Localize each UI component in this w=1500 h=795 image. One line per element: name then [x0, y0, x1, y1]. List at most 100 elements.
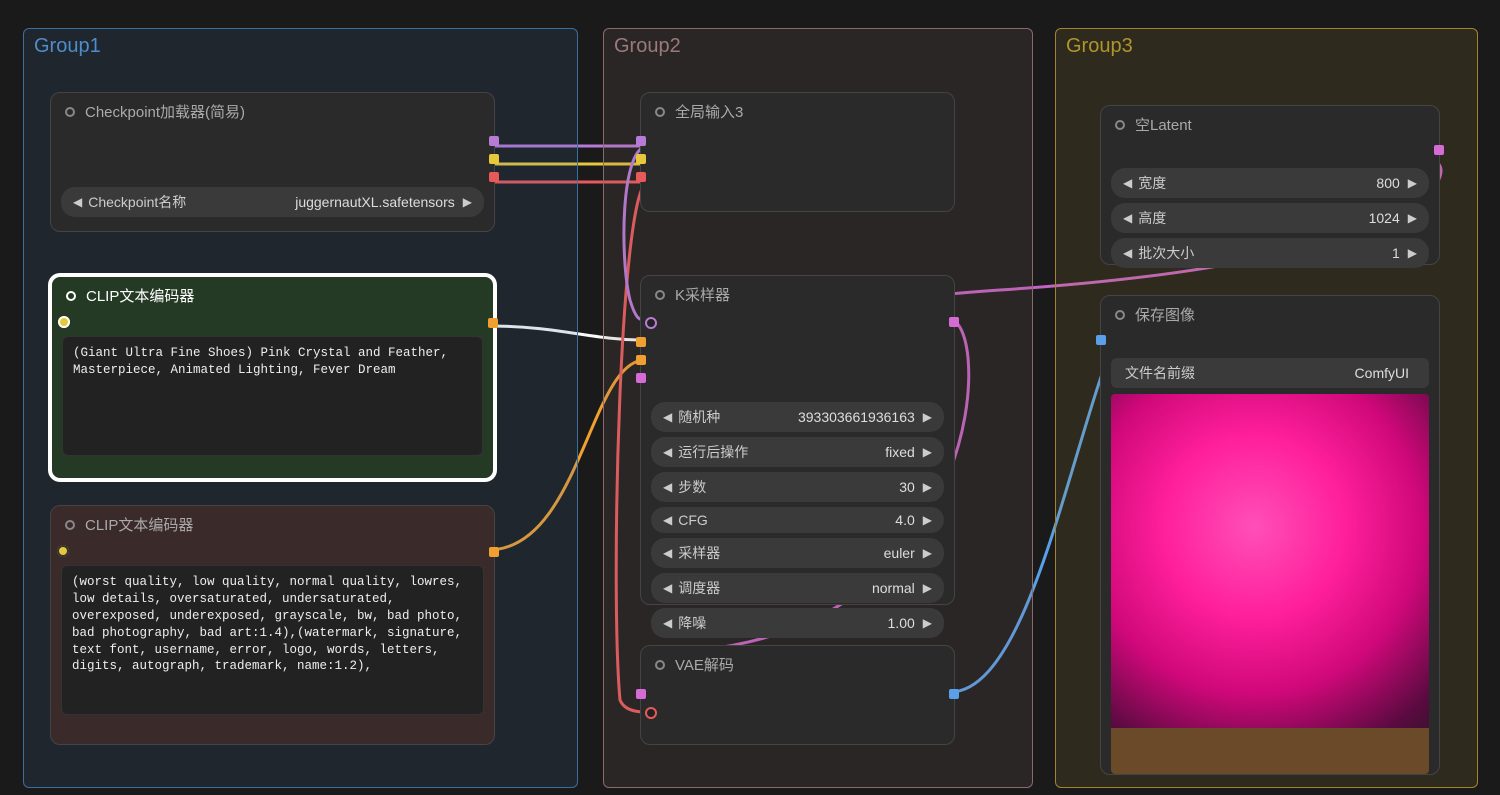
output-port-image[interactable]	[949, 689, 959, 699]
node-header[interactable]: 空Latent	[1101, 106, 1439, 143]
group-3-title: Group3	[1066, 35, 1133, 58]
width-widget[interactable]: ◀宽度800▶	[1111, 168, 1429, 198]
widget-value: 1024	[1172, 210, 1408, 226]
arrow-left-icon[interactable]: ◀	[663, 513, 672, 527]
collapse-dot-icon[interactable]	[65, 107, 75, 117]
widget-label: 降噪	[672, 613, 712, 633]
input-port-negative[interactable]	[636, 355, 646, 365]
widget-label: 步数	[672, 477, 712, 497]
node-header[interactable]: 全局输入3	[641, 93, 954, 130]
batch-widget[interactable]: ◀批次大小1▶	[1111, 238, 1429, 268]
node-title: Checkpoint加载器(简易)	[85, 101, 245, 122]
node-empty-latent[interactable]: 空Latent ◀宽度800▶ ◀高度1024▶ ◀批次大小1▶	[1100, 105, 1440, 265]
scheduler-widget[interactable]: ◀调度器normal▶	[651, 573, 944, 603]
arrow-left-icon[interactable]: ◀	[663, 546, 672, 560]
widget-value: 4.0	[714, 512, 923, 528]
collapse-dot-icon[interactable]	[66, 291, 76, 301]
node-title: VAE解码	[675, 654, 734, 675]
steps-widget[interactable]: ◀步数30▶	[651, 472, 944, 502]
output-image-preview[interactable]	[1111, 394, 1429, 774]
arrow-left-icon[interactable]: ◀	[663, 480, 672, 494]
cfg-widget[interactable]: ◀CFG4.0▶	[651, 507, 944, 533]
node-header[interactable]: CLIP文本编码器	[52, 277, 493, 314]
arrow-left-icon[interactable]: ◀	[1123, 176, 1132, 190]
node-checkpoint-loader[interactable]: Checkpoint加载器(简易) ◀ Checkpoint名称 juggern…	[50, 92, 495, 232]
arrow-right-icon[interactable]: ▶	[923, 513, 932, 527]
arrow-right-icon[interactable]: ▶	[923, 546, 932, 560]
height-widget[interactable]: ◀高度1024▶	[1111, 203, 1429, 233]
arrow-right-icon[interactable]: ▶	[1408, 211, 1417, 225]
arrow-right-icon[interactable]: ▶	[923, 616, 932, 630]
input-port-latent[interactable]	[636, 373, 646, 383]
arrow-right-icon[interactable]: ▶	[923, 410, 932, 424]
node-header[interactable]: VAE解码	[641, 646, 954, 683]
output-port-clip[interactable]	[489, 154, 499, 164]
input-port-positive[interactable]	[636, 337, 646, 347]
collapse-dot-icon[interactable]	[655, 660, 665, 670]
widget-label: 批次大小	[1132, 243, 1200, 263]
input-port-vae[interactable]	[636, 172, 646, 182]
arrow-left-icon[interactable]: ◀	[663, 616, 672, 630]
node-clip-text-encode-negative[interactable]: CLIP文本编码器 (worst quality, low quality, n…	[50, 505, 495, 745]
widget-value: 393303661936163	[726, 409, 923, 425]
output-port-conditioning[interactable]	[488, 318, 498, 328]
widget-label: 运行后操作	[672, 442, 754, 462]
filename-prefix-widget[interactable]: 文件名前缀 ComfyUI	[1111, 358, 1429, 388]
collapse-dot-icon[interactable]	[1115, 310, 1125, 320]
node-header[interactable]: 保存图像	[1101, 296, 1439, 333]
output-port-latent[interactable]	[949, 317, 959, 327]
widget-value: normal	[726, 580, 923, 596]
arrow-left-icon[interactable]: ◀	[663, 410, 672, 424]
arrow-right-icon[interactable]: ▶	[923, 581, 932, 595]
input-port-clip[interactable]	[57, 545, 69, 557]
negative-prompt-textarea[interactable]: (worst quality, low quality, normal qual…	[61, 565, 484, 715]
node-title: 全局输入3	[675, 101, 743, 122]
output-port-latent[interactable]	[1434, 145, 1444, 155]
input-port-images[interactable]	[1096, 335, 1106, 345]
widget-label: 采样器	[672, 543, 726, 563]
node-clip-text-encode-positive[interactable]: CLIP文本编码器 (Giant Ultra Fine Shoes) Pink …	[50, 275, 495, 480]
output-port-vae[interactable]	[489, 172, 499, 182]
arrow-right-icon[interactable]: ▶	[1408, 176, 1417, 190]
arrow-left-icon[interactable]: ◀	[663, 445, 672, 459]
node-global-input[interactable]: 全局输入3	[640, 92, 955, 212]
widget-value: 1.00	[712, 615, 923, 631]
checkpoint-name-widget[interactable]: ◀ Checkpoint名称 juggernautXL.safetensors …	[61, 187, 484, 217]
arrow-left-icon[interactable]: ◀	[73, 195, 82, 209]
denoise-widget[interactable]: ◀降噪1.00▶	[651, 608, 944, 638]
group-2-title: Group2	[614, 35, 681, 58]
node-header[interactable]: CLIP文本编码器	[51, 506, 494, 543]
input-port-clip[interactable]	[636, 154, 646, 164]
input-port-vae[interactable]	[645, 707, 657, 719]
arrow-right-icon[interactable]: ▶	[1408, 246, 1417, 260]
collapse-dot-icon[interactable]	[1115, 120, 1125, 130]
arrow-left-icon[interactable]: ◀	[663, 581, 672, 595]
collapse-dot-icon[interactable]	[655, 290, 665, 300]
input-port-clip[interactable]	[58, 316, 70, 328]
widget-value: 1	[1200, 245, 1408, 261]
output-port-model[interactable]	[489, 136, 499, 146]
input-port-model[interactable]	[645, 317, 657, 329]
seed-widget[interactable]: ◀随机种393303661936163▶	[651, 402, 944, 432]
arrow-right-icon[interactable]: ▶	[923, 480, 932, 494]
sampler-widget[interactable]: ◀采样器euler▶	[651, 538, 944, 568]
arrow-left-icon[interactable]: ◀	[1123, 211, 1132, 225]
node-vae-decode[interactable]: VAE解码	[640, 645, 955, 745]
node-header[interactable]: K采样器	[641, 276, 954, 313]
widget-label: 随机种	[672, 407, 726, 427]
prompt-textarea[interactable]: (Giant Ultra Fine Shoes) Pink Crystal an…	[62, 336, 483, 456]
node-ksampler[interactable]: K采样器 ◀随机种393303661936163▶ ◀运行后操作fixed▶ ◀…	[640, 275, 955, 605]
collapse-dot-icon[interactable]	[655, 107, 665, 117]
input-port-model[interactable]	[636, 136, 646, 146]
widget-label: 文件名前缀	[1123, 363, 1201, 383]
node-save-image[interactable]: 保存图像 文件名前缀 ComfyUI	[1100, 295, 1440, 775]
node-title: K采样器	[675, 284, 730, 305]
arrow-right-icon[interactable]: ▶	[463, 195, 472, 209]
arrow-left-icon[interactable]: ◀	[1123, 246, 1132, 260]
collapse-dot-icon[interactable]	[65, 520, 75, 530]
after-generate-widget[interactable]: ◀运行后操作fixed▶	[651, 437, 944, 467]
arrow-right-icon[interactable]: ▶	[923, 445, 932, 459]
node-header[interactable]: Checkpoint加载器(简易)	[51, 93, 494, 130]
input-port-samples[interactable]	[636, 689, 646, 699]
output-port-conditioning[interactable]	[489, 547, 499, 557]
